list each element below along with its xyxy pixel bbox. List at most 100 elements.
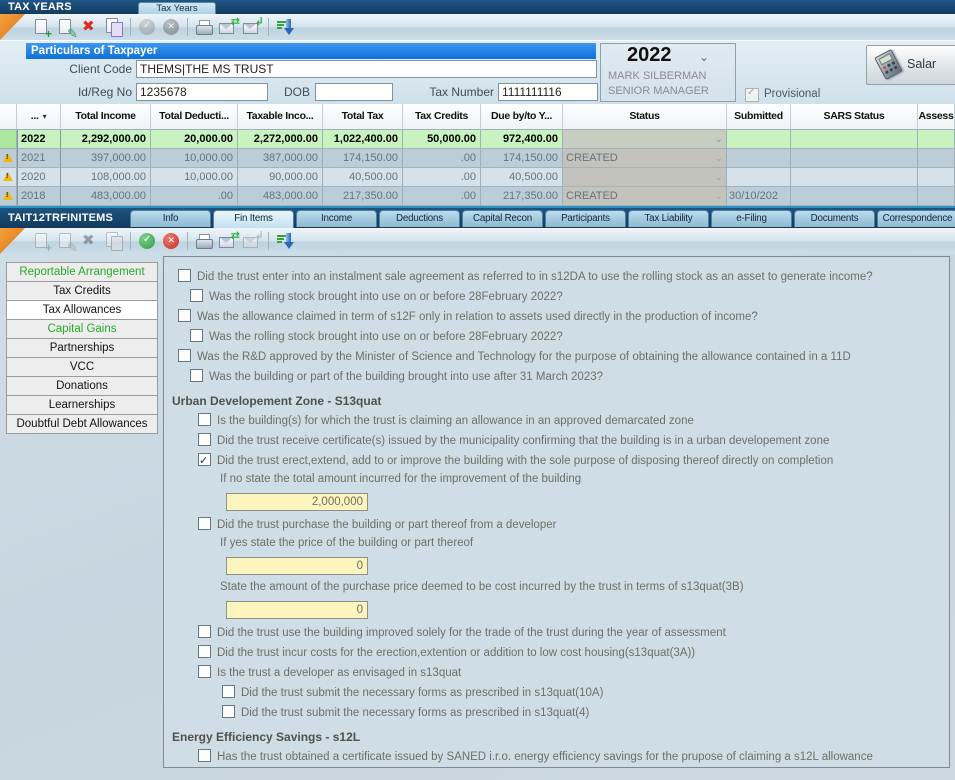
accept-icon[interactable] [136, 16, 158, 38]
status-dropdown[interactable]: CREATED⌄ [563, 187, 727, 206]
status-dropdown[interactable]: CREATED⌄ [563, 149, 727, 168]
checkbox[interactable] [198, 413, 211, 426]
provisional-checkbox[interactable] [745, 88, 759, 102]
dob-field[interactable] [315, 83, 393, 101]
checkbox[interactable] [198, 625, 211, 638]
column-header-total-tax[interactable]: Total Tax [323, 104, 403, 130]
checkbox[interactable] [178, 309, 191, 322]
column-header-due-by-to-y[interactable]: Due by/to Y... [481, 104, 563, 130]
tax-number-field[interactable] [498, 83, 598, 101]
field-label: If no state the total amount incurred fo… [172, 471, 943, 487]
checkbox[interactable] [190, 329, 203, 342]
due-by-to-cell: 217,350.00 [481, 187, 563, 206]
amount-input[interactable] [226, 601, 368, 619]
sidebar-item-learnerships[interactable]: Learnerships [6, 395, 158, 415]
sidebar-item-tax-allowances[interactable]: Tax Allowances [6, 300, 158, 320]
tax-credits-cell: 50,000.00 [403, 130, 481, 149]
checkbox[interactable] [198, 645, 211, 658]
question-label: Is the trust a developer as envisaged in… [217, 667, 461, 679]
warning-icon [3, 153, 13, 162]
year-cell: 2020 [17, 168, 61, 187]
section-heading: Energy Efficiency Savings - s12L [172, 727, 943, 747]
sidebar-item-vcc[interactable]: VCC [6, 357, 158, 377]
tax-year-row[interactable]: 2018483,000.00.00483,000.00217,350.00.00… [0, 187, 955, 206]
checkbox[interactable] [198, 749, 211, 762]
checkbox[interactable] [190, 289, 203, 302]
tax-year-row[interactable]: 20222,292,000.0020,000.002,272,000.001,0… [0, 130, 955, 149]
taxable-income-cell: 90,000.00 [238, 168, 323, 187]
checkbox[interactable] [190, 369, 203, 382]
tab-capital-recon[interactable]: Capital Recon [462, 210, 543, 227]
edit-icon[interactable]: ✎ [55, 230, 77, 252]
edit-icon[interactable]: ✎ [55, 16, 77, 38]
checkbox[interactable] [198, 517, 211, 530]
amount-input[interactable] [226, 493, 368, 511]
window-title: TAX YEARS [8, 1, 72, 13]
tax-year-row[interactable]: 2020108,000.0010,000.0090,000.0040,500.0… [0, 168, 955, 187]
column-header-total-income[interactable]: Total Income [61, 104, 151, 130]
new-icon[interactable]: + [31, 16, 53, 38]
particulars-header: Particulars of Taxpayer [26, 43, 596, 59]
print-icon[interactable] [193, 16, 215, 38]
sidebar-item-capital-gains[interactable]: Capital Gains [6, 319, 158, 339]
checkbox[interactable] [198, 665, 211, 678]
tab-e-filing[interactable]: e-Filing [711, 210, 792, 227]
mail-import-icon[interactable]: ↲ [241, 230, 263, 252]
salary-button[interactable]: Salar [866, 45, 955, 85]
checkbox[interactable] [178, 349, 191, 362]
column-header-total-deducti[interactable]: Total Deducti... [151, 104, 238, 130]
delete-icon[interactable]: ✖ [79, 230, 101, 252]
mail-sync-icon[interactable]: ⇄ [217, 230, 239, 252]
tab-deductions[interactable]: Deductions [379, 210, 460, 227]
tax-year-row[interactable]: 2021397,000.0010,000.00387,000.00174,150… [0, 149, 955, 168]
download-icon[interactable] [274, 230, 296, 252]
sidebar-item-reportable-arrangement[interactable]: Reportable Arrangement [6, 262, 158, 282]
checkbox[interactable] [198, 453, 211, 466]
warning-icon [3, 172, 13, 181]
total-income-cell: 108,000.00 [61, 168, 151, 187]
delete-icon[interactable]: ✖ [79, 16, 101, 38]
id-reg-field[interactable] [136, 83, 268, 101]
checkbox[interactable] [222, 705, 235, 718]
sidebar-item-tax-credits[interactable]: Tax Credits [6, 281, 158, 301]
status-dropdown[interactable]: ⌄ [563, 168, 727, 187]
person-name: MARK SILBERMAN [608, 70, 706, 82]
column-header-status[interactable]: Status [563, 104, 727, 130]
column-header-blank[interactable]: ...▾ [17, 104, 61, 130]
print-icon[interactable] [193, 230, 215, 252]
column-header-assess[interactable]: Assess [918, 104, 955, 130]
download-icon[interactable] [274, 16, 296, 38]
mail-import-icon[interactable]: ↲ [241, 16, 263, 38]
assessed-cell [918, 187, 955, 206]
cancel-icon[interactable] [160, 16, 182, 38]
amount-input[interactable] [226, 557, 368, 575]
sidebar-item-doubtful-debt-allowances[interactable]: Doubtful Debt Allowances [6, 414, 158, 434]
column-header-submitted[interactable]: Submitted [727, 104, 791, 130]
tab-fin-items[interactable]: Fin Items [213, 210, 294, 228]
year-selector[interactable]: 2022 ⌄ MARK SILBERMAN SENIOR MANAGER [600, 43, 736, 102]
column-header-taxable-inco[interactable]: Taxable Inco... [238, 104, 323, 130]
mail-sync-icon[interactable]: ⇄ [217, 16, 239, 38]
checkbox[interactable] [222, 685, 235, 698]
sidebar-item-donations[interactable]: Donations [6, 376, 158, 396]
accept-icon[interactable] [136, 230, 158, 252]
cancel-icon[interactable] [160, 230, 182, 252]
copy-icon[interactable] [103, 230, 125, 252]
tab-documents[interactable]: Documents [794, 210, 875, 227]
tab-correspondence[interactable]: Correspondence [877, 210, 955, 227]
copy-icon[interactable] [103, 16, 125, 38]
tab-info[interactable]: Info [130, 210, 211, 227]
tab-tax-liability[interactable]: Tax Liability [628, 210, 709, 227]
column-header-sars-status[interactable]: SARS Status [791, 104, 918, 130]
sidebar-item-partnerships[interactable]: Partnerships [6, 338, 158, 358]
status-dropdown[interactable]: ⌄ [563, 130, 727, 149]
tab-income[interactable]: Income [296, 210, 377, 227]
column-header-tax-credits[interactable]: Tax Credits [403, 104, 481, 130]
checkbox[interactable] [178, 269, 191, 282]
new-icon[interactable]: + [31, 230, 53, 252]
question-label: Is the building(s) for which the trust i… [217, 415, 694, 427]
tab-participants[interactable]: Participants [545, 210, 626, 227]
client-code-field[interactable] [136, 60, 597, 78]
tax-credits-cell: .00 [403, 187, 481, 206]
checkbox[interactable] [198, 433, 211, 446]
